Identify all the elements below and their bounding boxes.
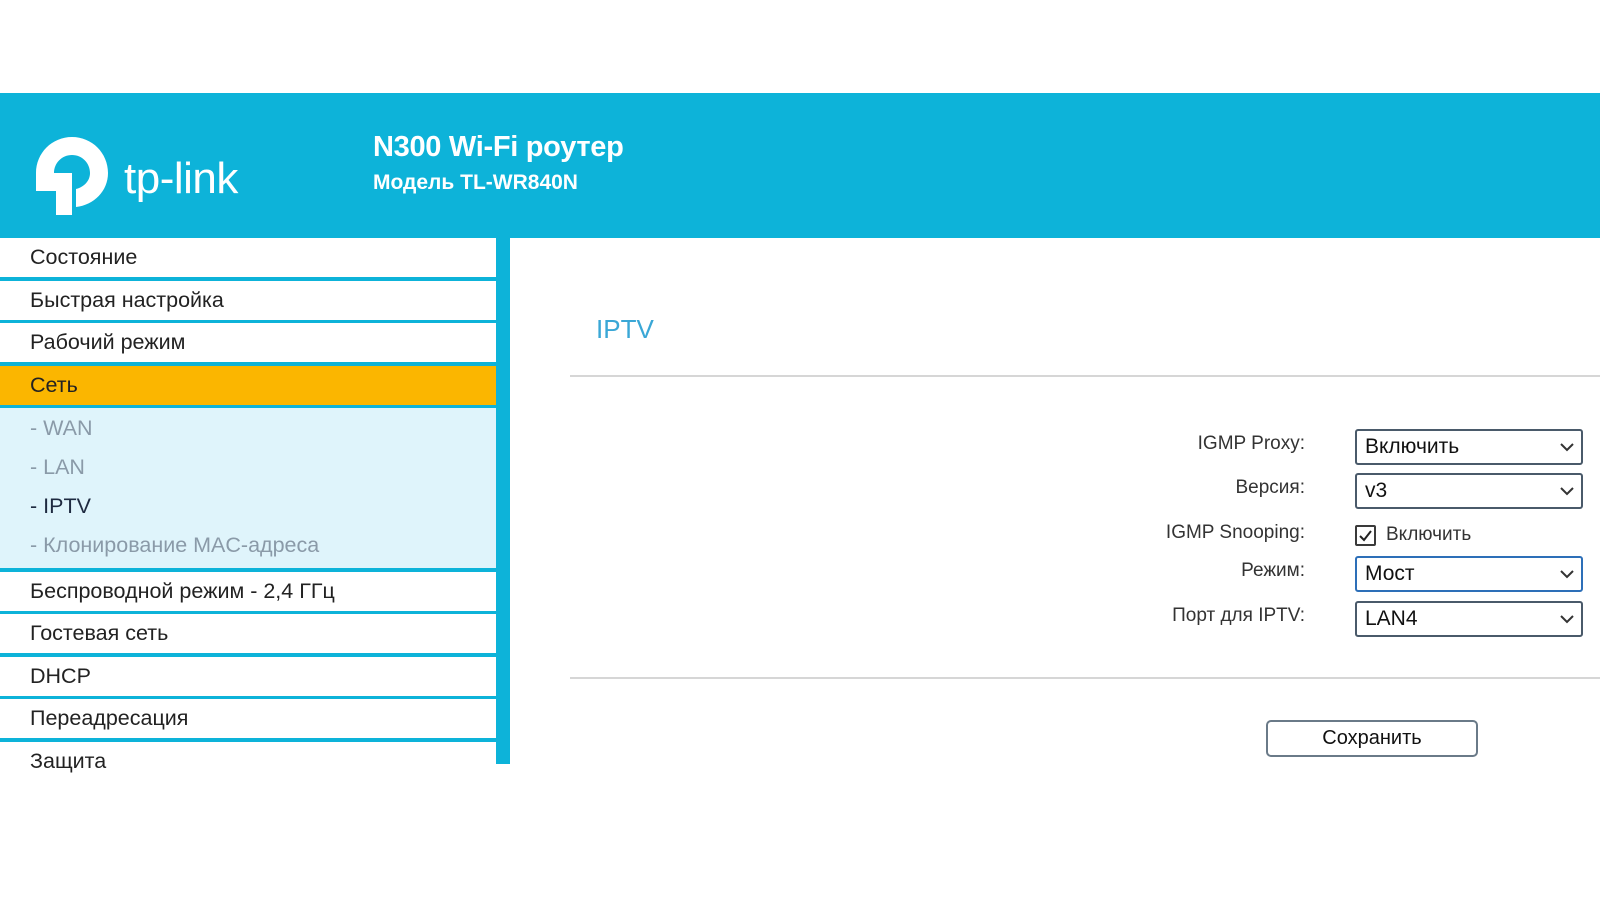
igmp-proxy-label: IGMP Proxy: xyxy=(1197,433,1305,454)
main-content: IPTV IGMP Proxy: Включить Версия: v3 IGM… xyxy=(510,238,1600,900)
device-model: Модель TL-WR840N xyxy=(373,171,578,194)
sidebar-subitem-iptv[interactable]: - IPTV xyxy=(0,487,496,526)
igmp-snooping-checkbox-label: Включить xyxy=(1386,524,1472,545)
page-title: IPTV xyxy=(596,314,654,344)
device-title: N300 Wi-Fi роутер xyxy=(373,131,624,163)
mode-select[interactable]: Мост xyxy=(1355,556,1583,592)
iptv-port-select[interactable]: LAN4 xyxy=(1355,601,1583,637)
sidebar-submenu-network: - WAN - LAN - IPTV - Клонирование MAC-ад… xyxy=(0,408,496,568)
sidebar-item-wireless[interactable]: Беспроводной режим - 2,4 ГГц xyxy=(0,571,496,611)
sidebar-subitem-wan[interactable]: - WAN xyxy=(0,409,496,448)
sidebar-item-quick-setup[interactable]: Быстрая настройка xyxy=(0,280,496,320)
chevron-down-icon xyxy=(1560,443,1574,452)
sidebar-item-forwarding[interactable]: Переадресация xyxy=(0,699,496,738)
sidebar-menu: Состояние Быстрая настройка Рабочий режи… xyxy=(0,238,496,781)
brand-name: tp-link xyxy=(124,153,238,203)
logo: tp-link xyxy=(30,133,238,218)
tp-link-logo-icon xyxy=(36,137,108,215)
chevron-down-icon xyxy=(1560,570,1574,579)
divider-bottom xyxy=(570,677,1600,679)
igmp-snooping-checkbox[interactable] xyxy=(1355,524,1376,546)
sidebar: Состояние Быстрая настройка Рабочий режи… xyxy=(0,238,510,781)
divider-top xyxy=(570,375,1600,377)
sidebar-item-security[interactable]: Защита xyxy=(0,741,496,781)
form-row-version: Версия: v3 xyxy=(510,473,1600,509)
mode-label: Режим: xyxy=(1241,560,1305,581)
form-row-mode: Режим: Мост xyxy=(510,556,1600,592)
form-row-igmp-proxy: IGMP Proxy: Включить xyxy=(510,429,1600,465)
igmp-snooping-checkbox-group: Включить xyxy=(1355,524,1471,546)
version-value: v3 xyxy=(1365,479,1388,502)
igmp-proxy-value: Включить xyxy=(1365,435,1460,458)
version-select[interactable]: v3 xyxy=(1355,473,1583,509)
check-icon xyxy=(1359,529,1372,542)
mode-value: Мост xyxy=(1365,562,1415,585)
iptv-port-label: Порт для IPTV: xyxy=(1172,605,1305,626)
igmp-snooping-label: IGMP Snooping: xyxy=(1165,522,1305,543)
sidebar-subitem-lan[interactable]: - LAN xyxy=(0,448,496,487)
sidebar-item-dhcp[interactable]: DHCP xyxy=(0,656,496,696)
igmp-proxy-select[interactable]: Включить xyxy=(1355,429,1583,465)
chevron-down-icon xyxy=(1560,615,1574,624)
version-label: Версия: xyxy=(1235,477,1306,498)
sidebar-subitem-mac-clone[interactable]: - Клонирование MAC-адреса xyxy=(0,526,496,565)
header: tp-link N300 Wi-Fi роутер Модель TL-WR84… xyxy=(0,93,1600,238)
iptv-port-value: LAN4 xyxy=(1365,607,1418,630)
sidebar-item-network[interactable]: Сеть xyxy=(0,365,496,405)
sidebar-item-status[interactable]: Состояние xyxy=(0,238,496,277)
form-row-iptv-port: Порт для IPTV: LAN4 xyxy=(510,601,1600,637)
sidebar-item-operation-mode[interactable]: Рабочий режим xyxy=(0,323,496,362)
save-button[interactable]: Сохранить xyxy=(1266,720,1478,757)
chevron-down-icon xyxy=(1560,487,1574,496)
form-row-igmp-snooping: IGMP Snooping: Включить xyxy=(510,518,1600,554)
sidebar-item-guest-network[interactable]: Гостевая сеть xyxy=(0,614,496,653)
